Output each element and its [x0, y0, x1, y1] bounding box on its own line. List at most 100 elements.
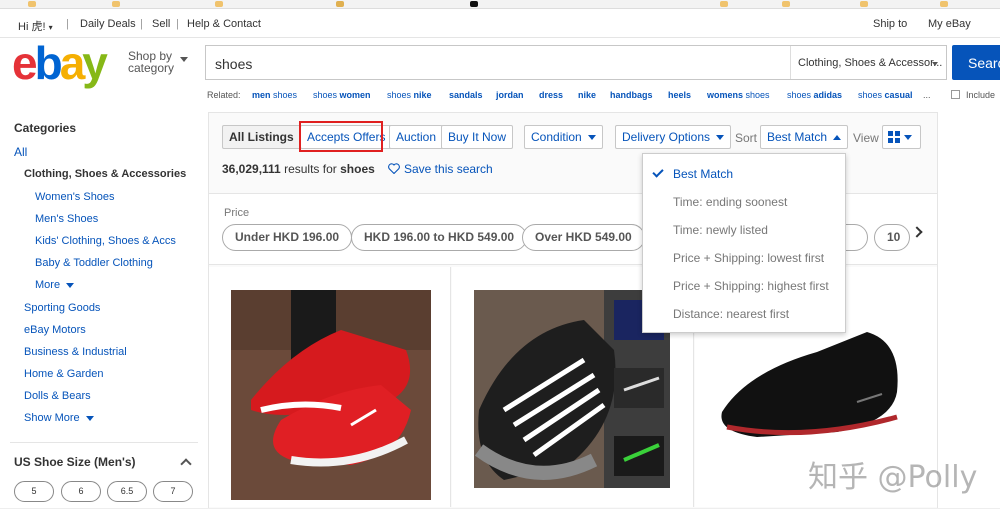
size-option-button[interactable]: 5: [14, 481, 54, 502]
related-link-text: shoes: [387, 90, 414, 100]
related-link[interactable]: shoes women: [313, 90, 371, 100]
my-ebay-link[interactable]: My eBay: [928, 18, 971, 30]
chevron-down-icon: [587, 135, 596, 141]
shoe-size-heading: US Shoe Size (Men's): [14, 455, 136, 469]
results-for-text: results for: [284, 162, 337, 176]
price-filter-label: Price: [224, 207, 250, 219]
page-bottom-edge: [0, 508, 1000, 518]
bookmark-icon[interactable]: [860, 1, 868, 7]
related-link[interactable]: men shoes: [252, 90, 297, 100]
subcategory-link[interactable]: Baby & Toddler Clothing: [35, 257, 153, 269]
price-option-button[interactable]: Over HKD 549.00: [522, 224, 645, 251]
size-option-button[interactable]: 6: [61, 481, 101, 502]
category-link[interactable]: Dolls & Bears: [24, 390, 91, 402]
related-link-keyword: women: [339, 90, 371, 100]
category-link[interactable]: eBay Motors: [24, 324, 86, 336]
subcategory-link[interactable]: Kids' Clothing, Shoes & Accs: [35, 235, 176, 247]
bookmark-icon[interactable]: [215, 1, 223, 7]
related-link[interactable]: dress: [539, 90, 563, 100]
category-all-link[interactable]: All: [14, 145, 27, 159]
category-link[interactable]: Sporting Goods: [24, 302, 100, 314]
related-link[interactable]: sandals: [449, 90, 483, 100]
product-image[interactable]: [474, 290, 670, 488]
related-link-keyword: jordan: [496, 90, 524, 100]
show-more-button[interactable]: Show More: [24, 412, 94, 424]
sort-dropdown-menu: Best Match Time: ending soonest Time: ne…: [642, 153, 846, 333]
size-chip-button[interactable]: 10: [874, 224, 910, 251]
ship-to-link[interactable]: Ship to: [873, 18, 907, 30]
result-count: 36,029,111 results for shoes: [222, 162, 375, 176]
include-checkbox[interactable]: [951, 90, 960, 99]
related-link-keyword: heels: [668, 90, 692, 100]
delivery-options-button[interactable]: Delivery Options: [615, 125, 732, 149]
related-link-text: shoes: [743, 90, 770, 100]
search-input[interactable]: shoes: [215, 56, 252, 72]
related-link[interactable]: shoes nike: [387, 90, 432, 100]
related-link-keyword: men: [252, 90, 271, 100]
search-button[interactable]: Search: [952, 45, 1000, 80]
chevron-down-icon: [904, 135, 912, 141]
ebay-search-page: Hi 虎! ▾ | Daily Deals | Sell | Help & Co…: [0, 0, 1000, 518]
check-icon: [652, 166, 664, 178]
product-card[interactable]: [209, 267, 451, 507]
tab-buy-it-now[interactable]: Buy It Now: [441, 125, 514, 149]
related-link[interactable]: shoes casual: [858, 90, 913, 100]
tab-all-listings[interactable]: All Listings: [222, 125, 301, 149]
heart-icon: [388, 163, 400, 174]
related-link[interactable]: jordan: [496, 90, 524, 100]
related-link-keyword: nike: [413, 90, 432, 100]
related-link-keyword: handbags: [610, 90, 653, 100]
chevron-down-icon: [85, 415, 94, 421]
result-query: shoes: [340, 162, 375, 176]
product-image[interactable]: [231, 290, 431, 500]
related-link[interactable]: womens shoes: [707, 90, 770, 100]
category-link[interactable]: Home & Garden: [24, 368, 103, 380]
sort-value: Best Match: [767, 130, 828, 144]
grid-view-icon: [888, 131, 900, 143]
sort-option-highest-price[interactable]: Price + Shipping: highest first: [673, 279, 829, 293]
size-option-button[interactable]: 7: [153, 481, 193, 502]
related-link[interactable]: nike: [578, 90, 596, 100]
sort-button[interactable]: Best Match: [760, 125, 849, 149]
highlight-annotation: [299, 121, 383, 152]
bookmark-icon[interactable]: [720, 1, 728, 7]
bookmark-icon[interactable]: [782, 1, 790, 7]
related-link-text: shoes: [787, 90, 814, 100]
chevron-down-icon: [932, 62, 938, 66]
chevron-up-icon[interactable]: [180, 458, 192, 470]
chevron-up-icon: [833, 135, 842, 141]
more-subcategories-button[interactable]: More: [35, 279, 75, 291]
category-select[interactable]: Clothing, Shoes & Accessor...: [798, 57, 942, 69]
bookmark-icon[interactable]: [940, 1, 948, 7]
tab-auction[interactable]: Auction: [389, 125, 444, 149]
sort-option-ending-soonest[interactable]: Time: ending soonest: [673, 195, 787, 209]
delivery-label: Delivery Options: [622, 130, 711, 144]
sort-option-lowest-price[interactable]: Price + Shipping: lowest first: [673, 251, 824, 265]
related-link-text: shoes: [313, 90, 340, 100]
categories-heading: Categories: [14, 121, 77, 135]
price-option-button[interactable]: HKD 196.00 to HKD 549.00: [351, 224, 528, 251]
condition-filter-button[interactable]: Condition: [524, 125, 603, 149]
related-link[interactable]: handbags: [610, 90, 653, 100]
bookmark-icon[interactable]: [336, 1, 344, 7]
sort-option-newly-listed[interactable]: Time: newly listed: [673, 223, 768, 237]
subcategory-link[interactable]: Men's Shoes: [35, 213, 98, 225]
related-label: Related:: [207, 90, 241, 100]
related-link[interactable]: heels: [668, 90, 691, 100]
view-toggle-button[interactable]: [882, 125, 921, 149]
related-link-keyword: nike: [578, 90, 597, 100]
category-link[interactable]: Business & Industrial: [24, 346, 127, 358]
subcategory-link[interactable]: Women's Shoes: [35, 191, 115, 203]
condition-label: Condition: [531, 130, 582, 144]
related-link-keyword: dress: [539, 90, 564, 100]
related-link-keyword: casual: [884, 90, 913, 100]
size-option-button[interactable]: 6.5: [107, 481, 147, 502]
save-search-link[interactable]: Save this search: [388, 162, 493, 176]
product-image[interactable]: [717, 332, 917, 452]
sort-option-nearest[interactable]: Distance: nearest first: [673, 307, 789, 321]
sort-option-best-match[interactable]: Best Match: [673, 167, 733, 181]
more-label: More: [35, 279, 61, 291]
bookmark-icon[interactable]: [470, 1, 478, 7]
price-option-button[interactable]: Under HKD 196.00: [222, 224, 353, 251]
related-link[interactable]: shoes adidas: [787, 90, 842, 100]
